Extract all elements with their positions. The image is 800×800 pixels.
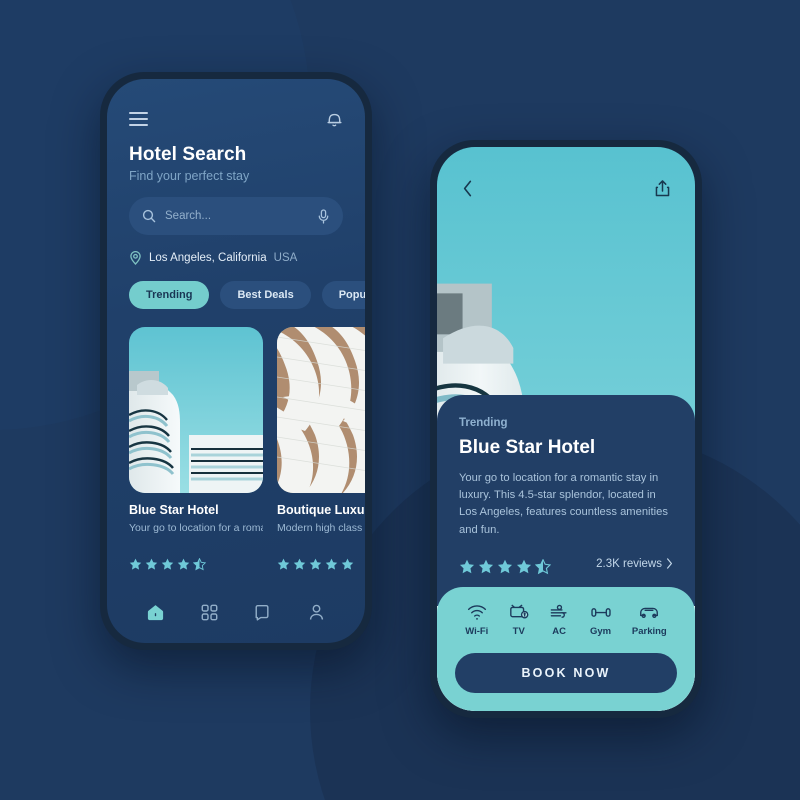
dumbbell-icon xyxy=(590,608,611,617)
hamburger-icon[interactable] xyxy=(129,111,148,126)
nav-bookmark-icon[interactable] xyxy=(253,603,272,622)
amenity-label: AC xyxy=(552,626,566,637)
location-pin-icon xyxy=(129,251,142,265)
home-topbar xyxy=(107,79,365,128)
location-city-label: Los Angeles, California xyxy=(149,252,267,264)
amenity-label: TV xyxy=(512,626,525,637)
chip-popular[interactable]: Popular xyxy=(321,281,365,309)
car-icon xyxy=(640,607,659,618)
detail-tag-label: Trending xyxy=(459,416,508,429)
amenity-label: Gym xyxy=(589,626,612,637)
phone-mockup-detail: Trending Blue Star Hotel Your go to loca… xyxy=(430,140,702,718)
hotel-card-name: Blue Star Hotel xyxy=(129,503,219,517)
detail-topbar xyxy=(437,147,695,198)
bell-icon[interactable] xyxy=(326,109,343,128)
wifi-icon xyxy=(467,605,486,620)
detail-screen: Trending Blue Star Hotel Your go to loca… xyxy=(437,147,695,711)
search-placeholder-text: Search... xyxy=(165,210,212,222)
page-title: Hotel Search xyxy=(129,144,247,165)
bottom-navigation-bar xyxy=(107,581,365,643)
hotel-card[interactable]: Blue Star Hotel Your go to location for … xyxy=(129,327,263,571)
amenity-gym[interactable]: Gym xyxy=(590,604,612,637)
amenity-parking[interactable]: Parking xyxy=(632,604,667,637)
chevron-right-icon xyxy=(666,558,673,569)
hotel-card-description: Your go to location for a romantic stay … xyxy=(129,522,263,534)
book-now-button[interactable]: BOOK NOW xyxy=(455,653,677,693)
amenities-panel: Wi-Fi TV AC Gym Parking BOOK NOW xyxy=(437,587,695,711)
search-input[interactable]: Search... xyxy=(129,197,343,235)
page-subtitle: Find your perfect stay xyxy=(129,169,250,183)
air-conditioning-icon xyxy=(550,604,567,618)
tv-icon xyxy=(509,604,529,619)
back-chevron-left-icon[interactable] xyxy=(461,179,474,198)
hotel-card-description: Modern high class stay in the heart of..… xyxy=(277,522,365,534)
chip-trending[interactable]: Trending xyxy=(129,281,210,309)
hotel-card-rating-stars xyxy=(277,558,365,571)
reviews-count-label: 2.3K reviews xyxy=(596,557,662,570)
amenity-tv[interactable]: TV xyxy=(509,604,529,637)
nav-home-icon[interactable] xyxy=(146,603,165,622)
amenity-wifi[interactable]: Wi-Fi xyxy=(465,604,488,637)
amenities-row: Wi-Fi TV AC Gym Parking xyxy=(455,604,677,637)
location-country-label: USA xyxy=(273,252,298,264)
hotel-cards-row: Blue Star Hotel Your go to location for … xyxy=(129,327,365,571)
chip-best-deals[interactable]: Best Deals xyxy=(220,281,311,309)
detail-description: Your go to location for a romantic stay … xyxy=(459,471,668,536)
reviews-link[interactable]: 2.3K reviews xyxy=(596,558,673,570)
home-heading-block: Hotel Search Find your perfect stay xyxy=(107,128,365,183)
detail-rating-stars xyxy=(459,559,551,575)
nav-user-profile-icon[interactable] xyxy=(307,603,326,622)
share-icon[interactable] xyxy=(654,179,671,198)
search-icon xyxy=(142,209,156,223)
hotel-card-rating-stars xyxy=(129,558,263,571)
location-row[interactable]: Los Angeles, California USA xyxy=(129,251,343,265)
filter-chips-row: Trending Best Deals Popular xyxy=(129,281,365,309)
hotel-thumbnail-image xyxy=(277,327,365,493)
hotel-card[interactable]: Boutique Luxury Modern high class stay i… xyxy=(277,327,365,571)
home-screen: Hotel Search Find your perfect stay Sear… xyxy=(107,79,365,643)
detail-hotel-title: Blue Star Hotel xyxy=(459,436,596,458)
amenity-label: Parking xyxy=(631,626,667,637)
detail-rating-row: 2.3K reviews xyxy=(459,552,673,575)
microphone-icon[interactable] xyxy=(317,208,330,224)
hotel-card-name: Boutique Luxury xyxy=(277,503,365,517)
amenity-ac[interactable]: AC xyxy=(549,604,569,637)
nav-grid-apps-icon[interactable] xyxy=(200,603,219,622)
phone-mockup-home: Hotel Search Find your perfect stay Sear… xyxy=(100,72,372,650)
hotel-thumbnail-image xyxy=(129,327,263,493)
amenity-label: Wi-Fi xyxy=(465,626,489,637)
hotel-detail-sheet: Trending Blue Star Hotel Your go to loca… xyxy=(437,394,695,606)
